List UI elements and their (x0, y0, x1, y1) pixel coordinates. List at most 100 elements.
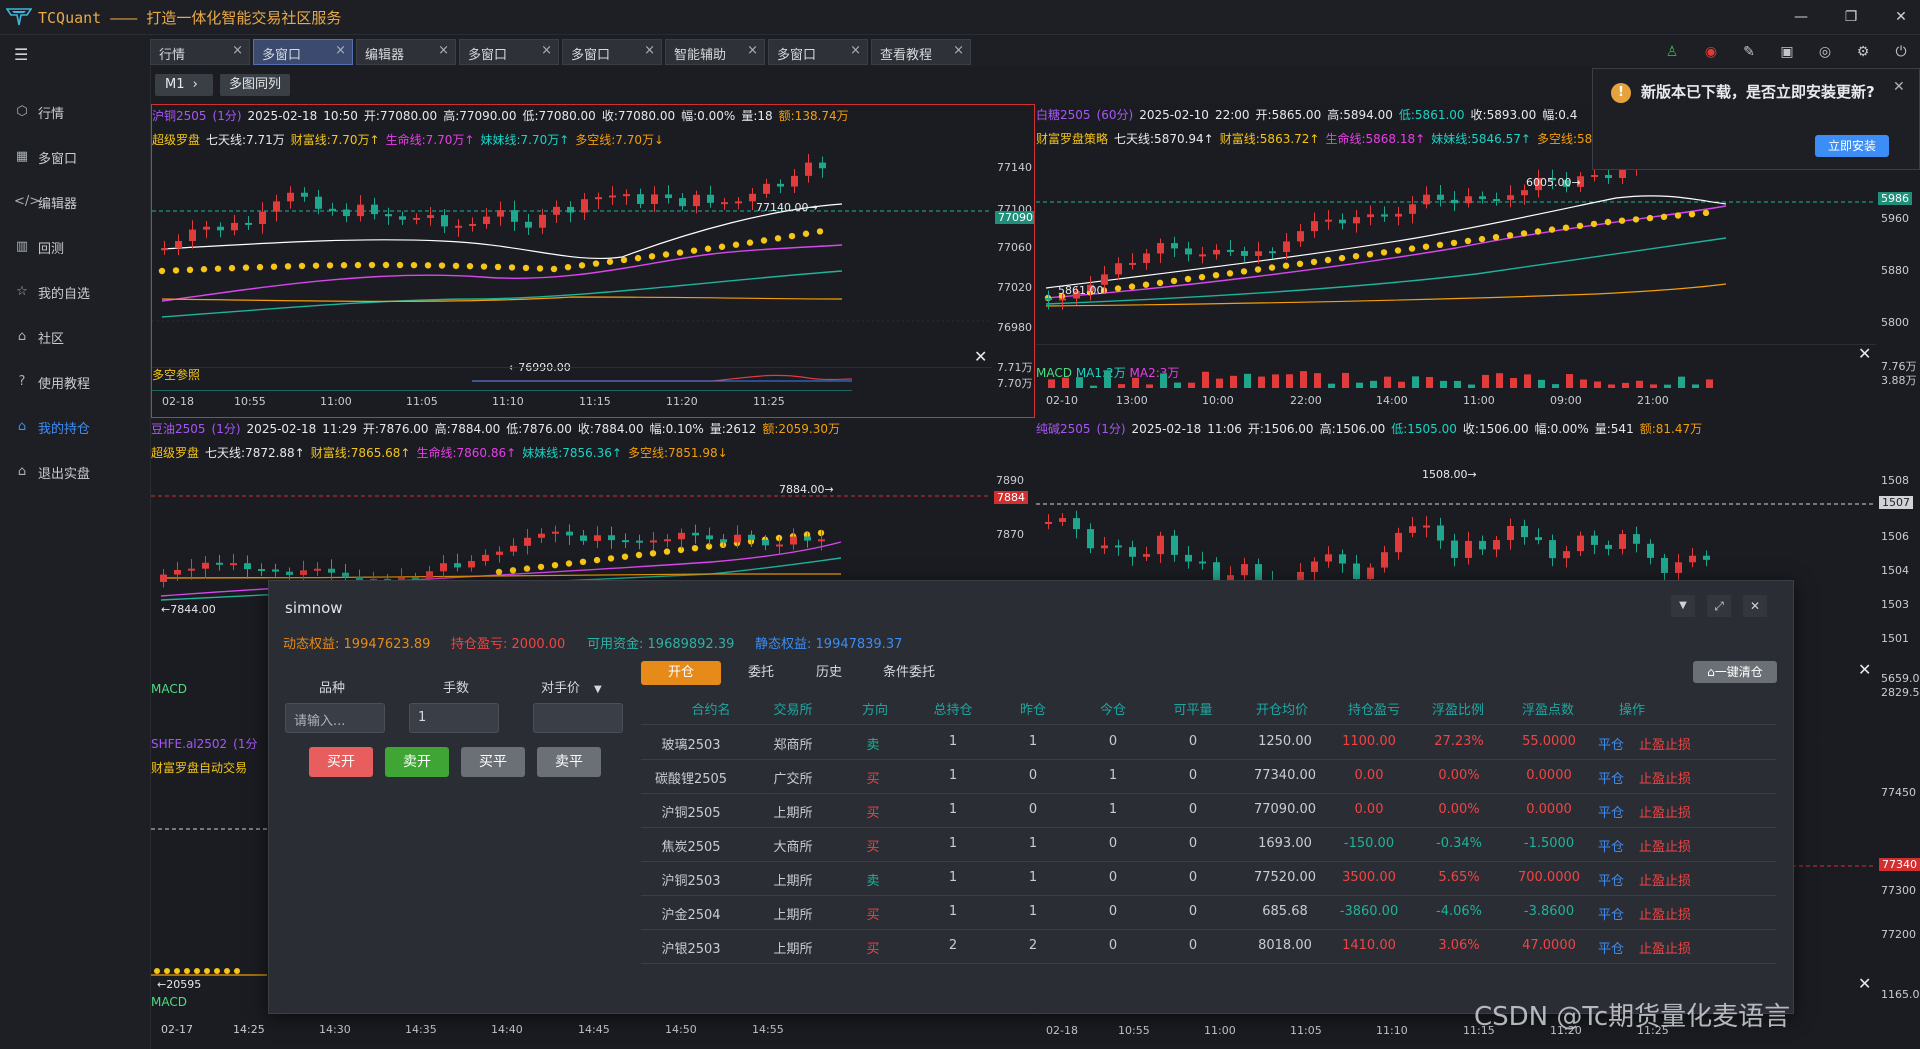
close-icon[interactable]: × (953, 43, 964, 58)
close-icon[interactable]: ✕ (1858, 660, 1871, 679)
indicator-dot (536, 265, 544, 272)
sidebar-item-editor[interactable]: </> 编辑器 (0, 182, 150, 222)
close-position-link[interactable]: 平仓 (1591, 768, 1631, 787)
tab-editor[interactable]: 编辑器 × (356, 39, 456, 65)
table-row[interactable]: 焦炭2505 大商所买 1 1 0 0 1693.00 -150.00 -0.34% -1.500… (641, 827, 1776, 862)
sidebar-item-market[interactable]: ⬡ 行情 (0, 92, 150, 132)
close-icon[interactable]: × (850, 43, 861, 58)
sidebar-item-holdings[interactable]: ⌂ 我的持仓 (0, 407, 150, 447)
close-icon[interactable]: ✕ (1858, 974, 1871, 993)
stop-loss-link[interactable]: 止盈止损 (1635, 802, 1695, 821)
stop-loss-link[interactable]: 止盈止损 (1635, 870, 1695, 889)
cell-yd: 1 (1028, 870, 1038, 885)
menu-toggle-icon[interactable]: ☰ (14, 45, 28, 64)
tab-conditional-orders[interactable]: 条件委托 (869, 661, 949, 685)
table-row[interactable]: 玻璃2503 郑商所卖 1 1 0 0 1250.00 1100.00 27.23% 55.000… (641, 725, 1776, 760)
tab-multiwindow-3[interactable]: 多窗口 × (562, 39, 662, 65)
cell-name: 碳酸锂2505 (654, 772, 728, 787)
briefcase-icon[interactable]: ▣ (1776, 42, 1798, 62)
price-input[interactable] (533, 703, 623, 733)
table-row[interactable]: 沪金2504 上期所买 1 1 0 0 685.68 -3860.00 -4.06% -3.860… (641, 895, 1776, 930)
close-position-link[interactable]: 平仓 (1591, 938, 1631, 957)
period-selector[interactable]: M1 › (155, 74, 213, 96)
stop-loss-link[interactable]: 止盈止损 (1635, 904, 1695, 923)
macd-bar (1314, 373, 1321, 388)
close-position-link[interactable]: 平仓 (1591, 802, 1631, 821)
edit-icon[interactable]: ✎ (1738, 42, 1760, 62)
close-position-link[interactable]: 平仓 (1591, 904, 1631, 923)
tab-history[interactable]: 历史 (799, 661, 859, 685)
close-position-link[interactable]: 平仓 (1591, 836, 1631, 855)
indicator-dot (466, 262, 474, 270)
tab-market[interactable]: 行情 × (150, 39, 250, 65)
user-icon[interactable]: ♙ (1661, 42, 1683, 62)
close-position-link[interactable]: 平仓 (1591, 870, 1631, 889)
tab-smart-assist[interactable]: 智能辅助 × (665, 39, 765, 65)
stop-loss-link[interactable]: 止盈止损 (1635, 768, 1695, 787)
chart-panel-copper[interactable]: 沪铜2505 (1分) 2025-02-18 10:50 开:77080.00 高:770… (151, 104, 1035, 418)
indicator-dot (228, 264, 236, 272)
tab-multiwindow-2[interactable]: 多窗口 × (459, 39, 559, 65)
table-row[interactable]: 沪铜2503 上期所卖 1 1 0 0 77520.00 3500.00 5.65% 700.00… (641, 861, 1776, 896)
buy-open-button[interactable]: 买开 (309, 747, 373, 777)
tab-multiwindow[interactable]: 多窗口 × (253, 39, 353, 65)
stop-loss-link[interactable]: 止盈止损 (1635, 938, 1695, 957)
close-icon[interactable]: ✕ (1858, 344, 1871, 363)
close-icon[interactable]: × (644, 43, 655, 58)
close-icon[interactable]: ✕ (974, 347, 987, 366)
stop-loss-link[interactable]: 止盈止损 (1635, 836, 1695, 855)
maximize-button[interactable]: ❐ (1836, 6, 1866, 28)
layout-button[interactable]: 多图同列 (220, 74, 290, 96)
table-row[interactable]: 沪银2503 上期所买 2 2 0 0 8018.00 1410.00 3.06% 47.0000… (641, 929, 1776, 964)
table-row[interactable]: 沪铜2505 上期所买 1 0 1 0 77090.00 0.00 0.00% 0.0000 平仓止… (641, 793, 1776, 828)
y-tick: 1504 (1881, 564, 1909, 577)
tab-multiwindow-4[interactable]: 多窗口 × (768, 39, 868, 65)
table-row[interactable]: 碳酸锂2505 广交所买 1 0 1 0 77340.00 0.00 0.00% 0.0000 平仓… (641, 759, 1776, 794)
sidebar-item-exit-live[interactable]: ⌂ 退出实盘 (0, 452, 150, 492)
close-icon[interactable]: × (747, 43, 758, 58)
close-window-button[interactable]: ✕ (1886, 6, 1916, 28)
x-tick: 11:00 (320, 395, 352, 408)
sub-y-tick: 2829.5 (1881, 686, 1920, 699)
close-icon[interactable]: × (541, 43, 552, 58)
sell-open-button[interactable]: 卖开 (385, 747, 449, 777)
sidebar-item-backtest[interactable]: ▥ 回测 (0, 227, 150, 267)
sidebar-item-community[interactable]: ⌂ 社区 (0, 317, 150, 357)
sell-close-button[interactable]: 卖平 (537, 747, 601, 777)
camera-icon[interactable]: ◎ (1814, 42, 1836, 62)
info-segment: 超级罗盘 (152, 133, 201, 147)
power-icon[interactable]: ⏻ (1890, 42, 1912, 62)
column-header: 方向 (861, 703, 888, 718)
sidebar-item-tutorial[interactable]: ? 使用教程 (0, 362, 150, 402)
close-icon[interactable]: × (335, 43, 346, 58)
metric-label: 动态权益: (283, 637, 340, 652)
indicator-dot (607, 555, 615, 562)
settings-icon[interactable]: ⚙ (1852, 42, 1874, 62)
tab-tutorial[interactable]: 查看教程 × (871, 39, 971, 65)
install-now-button[interactable]: 立即安装 (1815, 135, 1889, 157)
tab-open-positions[interactable]: 开仓 (641, 661, 721, 685)
clear-all-button[interactable]: ⌂一键清仓 (1693, 661, 1777, 683)
indicator-dot (662, 251, 670, 258)
tab-orders[interactable]: 委托 (731, 661, 791, 685)
stop-loss-link[interactable]: 止盈止损 (1635, 734, 1695, 753)
symbol-input[interactable]: 请输入... (285, 703, 385, 733)
account-icon[interactable]: ◉ (1700, 42, 1722, 62)
close-icon[interactable]: × (232, 43, 243, 58)
sidebar-item-watchlist[interactable]: ☆ 我的自选 (0, 272, 150, 312)
close-position-link[interactable]: 平仓 (1591, 734, 1631, 753)
chevron-down-icon[interactable]: ▼ (1671, 595, 1695, 617)
expand-icon[interactable]: ⤢ (1707, 595, 1731, 617)
minimize-button[interactable]: — (1786, 6, 1816, 28)
close-icon[interactable]: ✕ (1893, 79, 1905, 95)
macd-bar (1370, 380, 1377, 388)
sidebar-item-multiwindow[interactable]: ▦ 多窗口 (0, 137, 150, 177)
indicator-dot (1338, 254, 1346, 262)
buy-close-button[interactable]: 买平 (461, 747, 525, 777)
qty-input[interactable]: 1 (409, 703, 499, 733)
close-icon[interactable]: ✕ (1743, 595, 1767, 617)
price-type-select[interactable]: 对手价 ▼ (541, 677, 602, 696)
close-icon[interactable]: × (438, 43, 449, 58)
indicator-dot (396, 261, 404, 269)
cell-yd: 0 (1028, 802, 1038, 817)
